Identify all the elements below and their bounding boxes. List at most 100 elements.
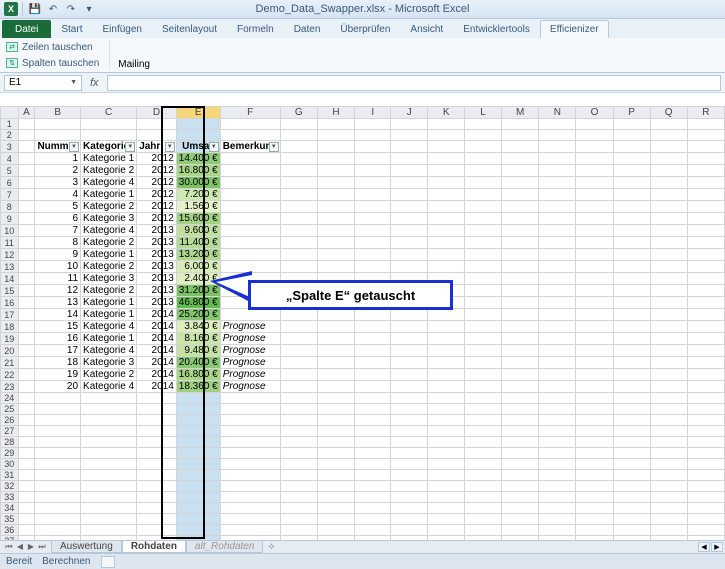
cell-J25[interactable]: [391, 404, 428, 415]
cell-D5[interactable]: 2012: [137, 165, 177, 177]
cell-Q15[interactable]: [650, 285, 687, 297]
select-all-cell[interactable]: [1, 107, 19, 119]
cell-H25[interactable]: [317, 404, 354, 415]
cell-P29[interactable]: [613, 448, 650, 459]
cell-R11[interactable]: [687, 237, 724, 249]
row-header-3[interactable]: 3: [1, 141, 19, 153]
cell-H11[interactable]: [317, 237, 354, 249]
row-header-27[interactable]: 27: [1, 426, 19, 437]
cell-F28[interactable]: [220, 437, 280, 448]
cell-K20[interactable]: [428, 345, 465, 357]
cell-N16[interactable]: [539, 297, 576, 309]
name-box[interactable]: E1 ▼: [4, 75, 82, 91]
col-header-C[interactable]: C: [81, 107, 137, 119]
row-header-2[interactable]: 2: [1, 130, 19, 141]
cell-P15[interactable]: [613, 285, 650, 297]
cell-G17[interactable]: [280, 309, 317, 321]
cell-P34[interactable]: [613, 503, 650, 514]
cell-C34[interactable]: [81, 503, 137, 514]
cell-O3[interactable]: [576, 141, 613, 153]
cell-Q36[interactable]: [650, 525, 687, 536]
tab-file[interactable]: Datei: [2, 20, 51, 38]
cell-D19[interactable]: 2014: [137, 333, 177, 345]
cell-B10[interactable]: 7: [35, 225, 81, 237]
cell-C28[interactable]: [81, 437, 137, 448]
cell-C22[interactable]: Kategorie 2: [81, 369, 137, 381]
cell-C1[interactable]: [81, 119, 137, 130]
cell-G12[interactable]: [280, 249, 317, 261]
cell-J10[interactable]: [391, 225, 428, 237]
cell-A30[interactable]: [18, 459, 35, 470]
col-header-E[interactable]: E: [176, 107, 220, 119]
cell-C13[interactable]: Kategorie 2: [81, 261, 137, 273]
cell-B26[interactable]: [35, 415, 81, 426]
cell-R19[interactable]: [687, 333, 724, 345]
cell-Q31[interactable]: [650, 470, 687, 481]
row-header-14[interactable]: 14: [1, 273, 19, 285]
cell-K13[interactable]: [428, 261, 465, 273]
cell-F7[interactable]: [220, 189, 280, 201]
cell-H26[interactable]: [317, 415, 354, 426]
cell-P20[interactable]: [613, 345, 650, 357]
cell-K33[interactable]: [428, 492, 465, 503]
cell-P2[interactable]: [613, 130, 650, 141]
cell-P32[interactable]: [613, 481, 650, 492]
cell-D3[interactable]: Jahr▼: [137, 141, 177, 153]
cell-A22[interactable]: [18, 369, 35, 381]
cell-C5[interactable]: Kategorie 2: [81, 165, 137, 177]
cell-L9[interactable]: [465, 213, 502, 225]
cell-G9[interactable]: [280, 213, 317, 225]
cell-H19[interactable]: [317, 333, 354, 345]
cell-Q33[interactable]: [650, 492, 687, 503]
cell-P22[interactable]: [613, 369, 650, 381]
cell-Q28[interactable]: [650, 437, 687, 448]
cell-A15[interactable]: [18, 285, 35, 297]
cell-O24[interactable]: [576, 393, 613, 404]
filter-dropdown-icon[interactable]: ▼: [125, 142, 135, 152]
cell-P33[interactable]: [613, 492, 650, 503]
cell-J24[interactable]: [391, 393, 428, 404]
cell-F8[interactable]: [220, 201, 280, 213]
cell-H33[interactable]: [317, 492, 354, 503]
cell-M5[interactable]: [501, 165, 538, 177]
cell-N12[interactable]: [539, 249, 576, 261]
cell-R3[interactable]: [687, 141, 724, 153]
cell-G6[interactable]: [280, 177, 317, 189]
cell-C14[interactable]: Kategorie 3: [81, 273, 137, 285]
cell-H13[interactable]: [317, 261, 354, 273]
cell-J21[interactable]: [391, 357, 428, 369]
cell-I34[interactable]: [355, 503, 391, 514]
cell-H8[interactable]: [317, 201, 354, 213]
cell-F18[interactable]: Prognose: [220, 321, 280, 333]
row-header-29[interactable]: 29: [1, 448, 19, 459]
cell-H7[interactable]: [317, 189, 354, 201]
tab-start[interactable]: Start: [51, 20, 92, 38]
cell-P16[interactable]: [613, 297, 650, 309]
row-header-26[interactable]: 26: [1, 415, 19, 426]
cell-F12[interactable]: [220, 249, 280, 261]
cell-N6[interactable]: [539, 177, 576, 189]
cell-A23[interactable]: [18, 381, 35, 393]
cell-K22[interactable]: [428, 369, 465, 381]
cell-H17[interactable]: [317, 309, 354, 321]
cell-L16[interactable]: [465, 297, 502, 309]
cell-L10[interactable]: [465, 225, 502, 237]
tab-view[interactable]: Ansicht: [400, 20, 453, 38]
cell-L19[interactable]: [465, 333, 502, 345]
cell-E17[interactable]: 25.200 €: [176, 309, 220, 321]
cell-P28[interactable]: [613, 437, 650, 448]
cell-Q21[interactable]: [650, 357, 687, 369]
cell-C18[interactable]: Kategorie 4: [81, 321, 137, 333]
cell-D15[interactable]: 2013: [137, 285, 177, 297]
cell-N28[interactable]: [539, 437, 576, 448]
cell-D13[interactable]: 2013: [137, 261, 177, 273]
cell-H30[interactable]: [317, 459, 354, 470]
cell-C12[interactable]: Kategorie 1: [81, 249, 137, 261]
row-header-32[interactable]: 32: [1, 481, 19, 492]
cell-R16[interactable]: [687, 297, 724, 309]
cell-Q32[interactable]: [650, 481, 687, 492]
cell-K17[interactable]: [428, 309, 465, 321]
row-header-9[interactable]: 9: [1, 213, 19, 225]
cell-O29[interactable]: [576, 448, 613, 459]
col-header-F[interactable]: F: [220, 107, 280, 119]
